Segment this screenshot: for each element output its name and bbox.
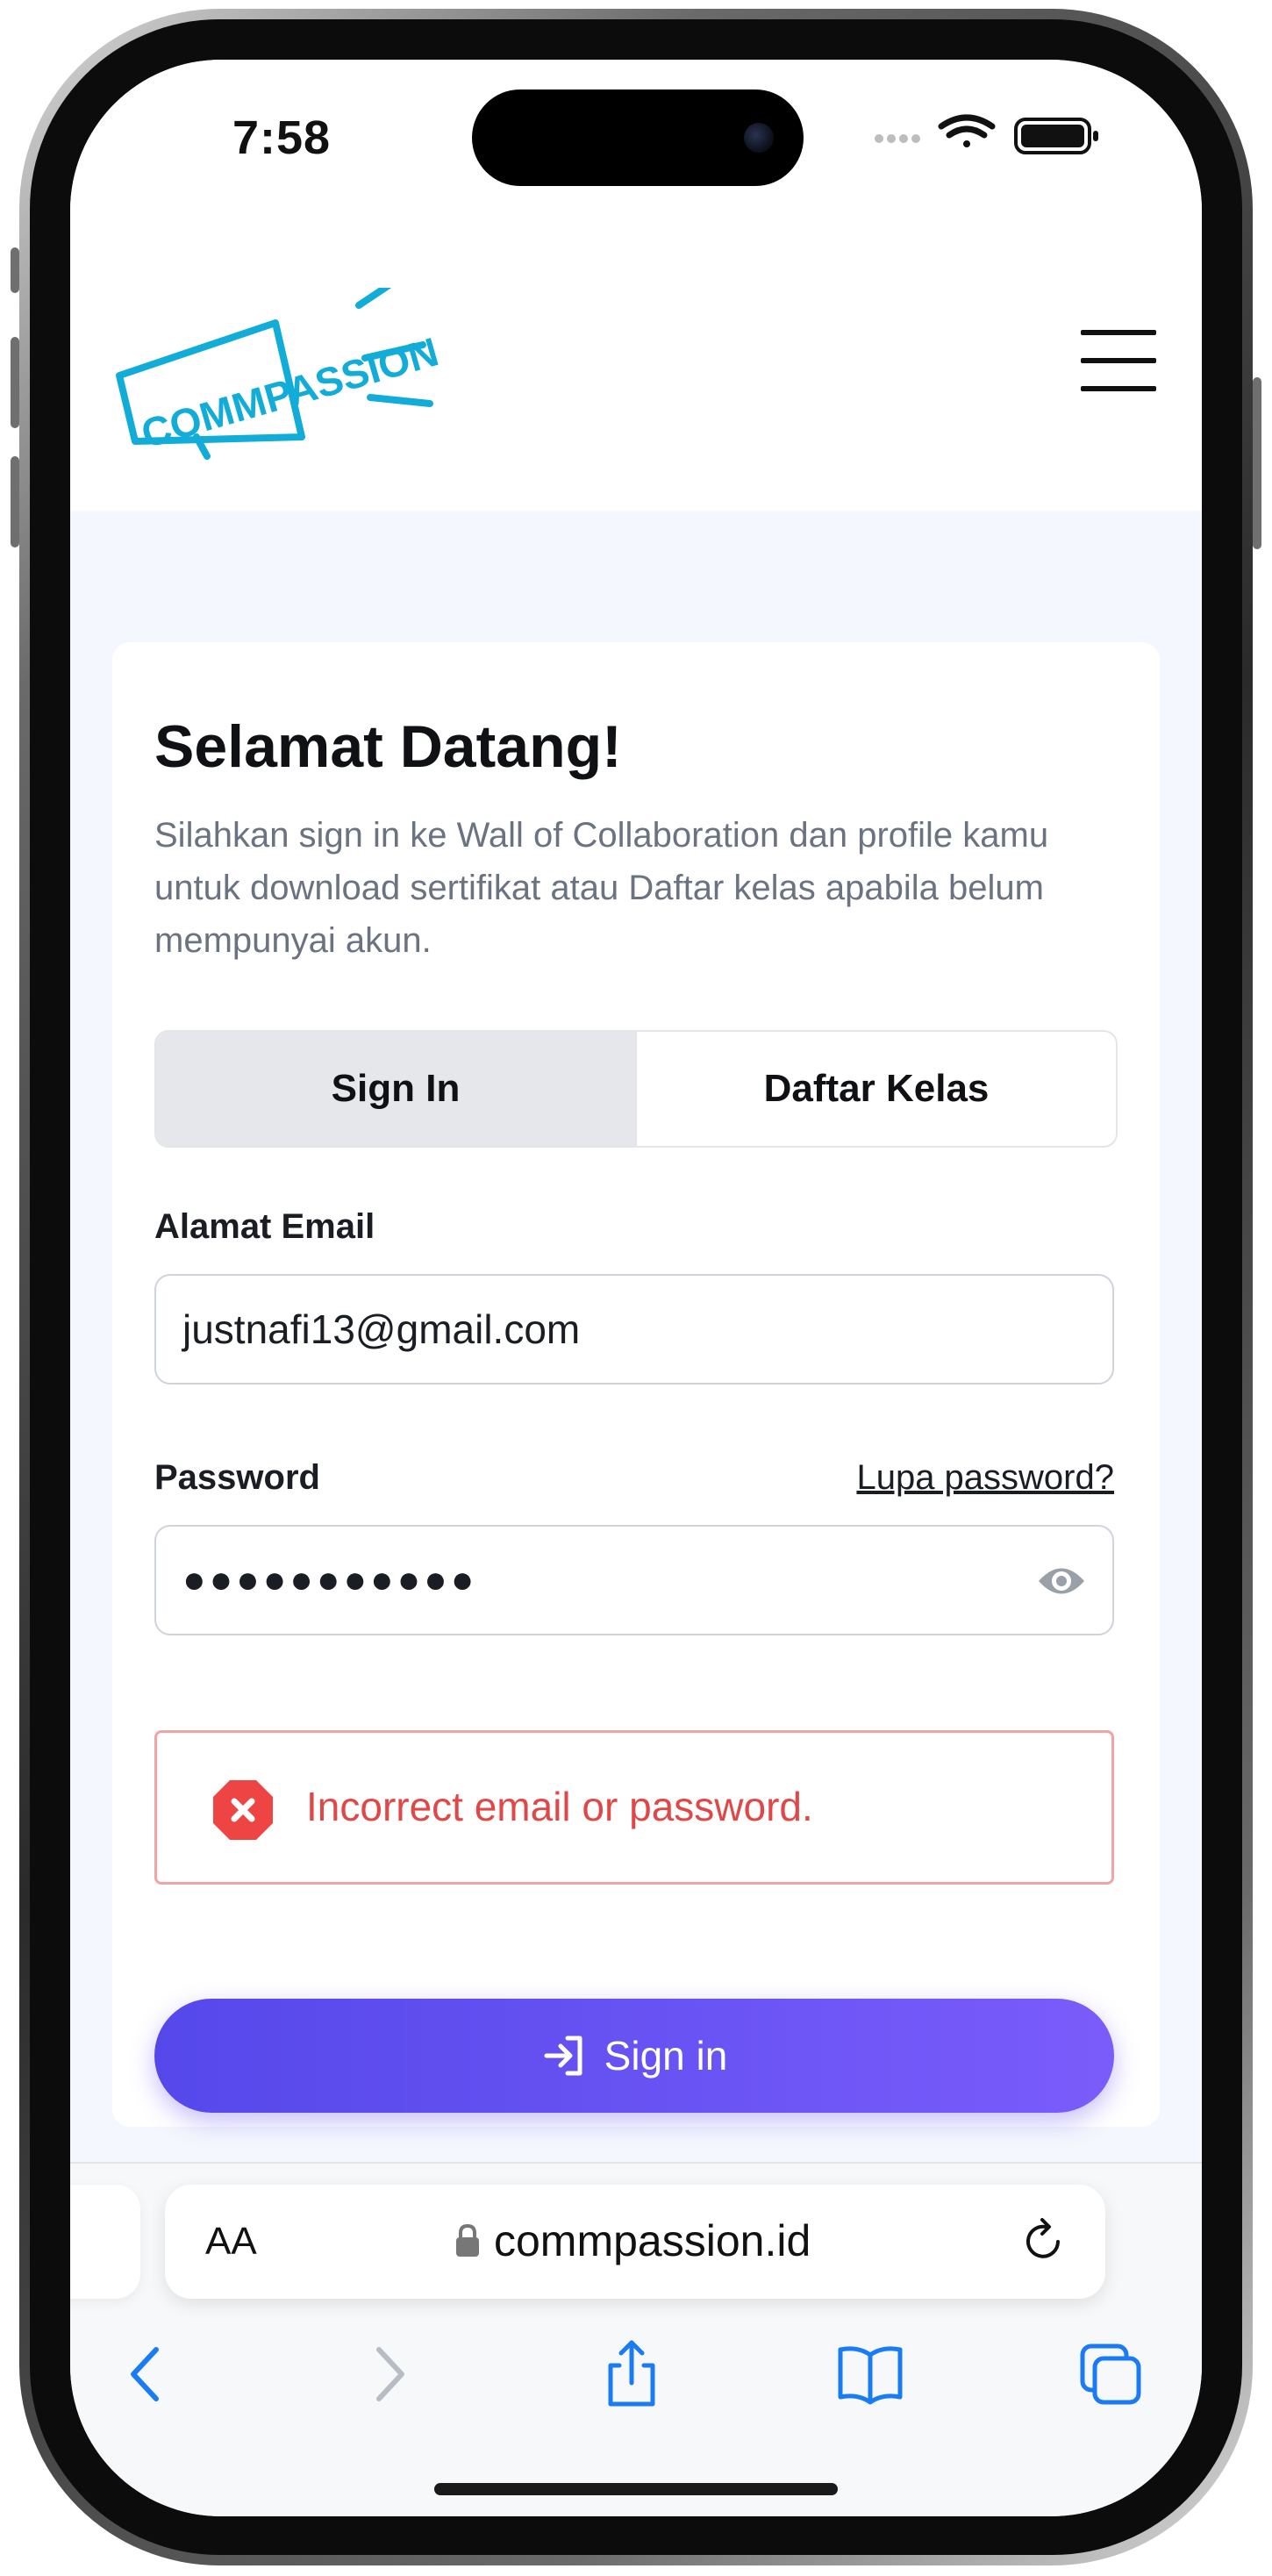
phone-screen: 7:58 COMMPASSION Selamat Datang! Silahka… [70,60,1202,2516]
error-x-icon [213,1780,273,1840]
camera-lens [744,123,774,153]
power-button [1253,377,1261,549]
password-field[interactable]: ●●●●●●●●●●● [154,1525,1114,1635]
wifi-icon [938,114,996,147]
back-icon[interactable] [112,2339,182,2409]
login-arrow-icon [544,2036,582,2076]
sign-in-button[interactable]: Sign in [154,1999,1114,2113]
error-alert: Incorrect email or password. [154,1730,1114,1885]
home-indicator[interactable] [434,2483,838,2495]
page-title: Selamat Datang! [154,713,622,780]
url-domain: commpassion.id [494,2216,811,2265]
forgot-password-link[interactable]: Lupa password? [856,1458,1114,1498]
text-size-button[interactable]: AA [205,2220,257,2264]
email-label: Alamat Email [154,1207,375,1246]
status-bar: 7:58 [70,60,1202,200]
password-masked-value: ●●●●●●●●●●● [182,1558,478,1601]
page-subtitle: Silahkan sign in ke Wall of Collaboratio… [154,816,1049,960]
action-button [11,247,19,293]
site-header: COMMPASSION [70,200,1202,511]
previous-tab-peek[interactable] [70,2185,140,2299]
password-label: Password [154,1458,320,1497]
tab-daftar-kelas[interactable]: Daftar Kelas [637,1032,1116,1146]
address-bar[interactable]: AA commpassion.id [165,2185,1105,2299]
compassion-logo[interactable]: COMMPASSION [109,288,512,463]
reload-icon[interactable] [1019,2218,1067,2265]
bookmarks-icon[interactable] [835,2339,905,2409]
show-password-eye-icon[interactable] [1037,1559,1086,1603]
volume-up-button [11,337,19,428]
dynamic-island [472,89,804,186]
lock-icon [456,2223,479,2257]
signin-card: Selamat Datang! Silahkan sign in ke Wall… [112,642,1160,2127]
volume-down-button [11,456,19,547]
share-icon[interactable] [597,2339,667,2409]
battery-icon [1014,118,1098,154]
status-time: 7:58 [232,111,332,164]
tabs-icon[interactable] [1075,2339,1146,2409]
email-field[interactable]: justnafi13@gmail.com [154,1274,1114,1385]
sign-in-button-label: Sign in [604,2033,728,2079]
cellular-signal-icon [875,134,920,143]
tab-sign-in[interactable]: Sign In [156,1032,637,1146]
auth-tabs: Sign In Daftar Kelas [154,1030,1118,1148]
hamburger-menu-icon[interactable] [1081,330,1156,393]
safari-toolbar: AA commpassion.id [70,2162,1202,2516]
email-value: justnafi13@gmail.com [182,1306,581,1352]
error-message: Incorrect email or password. [306,1784,813,1829]
status-icons [875,114,1098,154]
forward-icon[interactable] [353,2339,423,2409]
